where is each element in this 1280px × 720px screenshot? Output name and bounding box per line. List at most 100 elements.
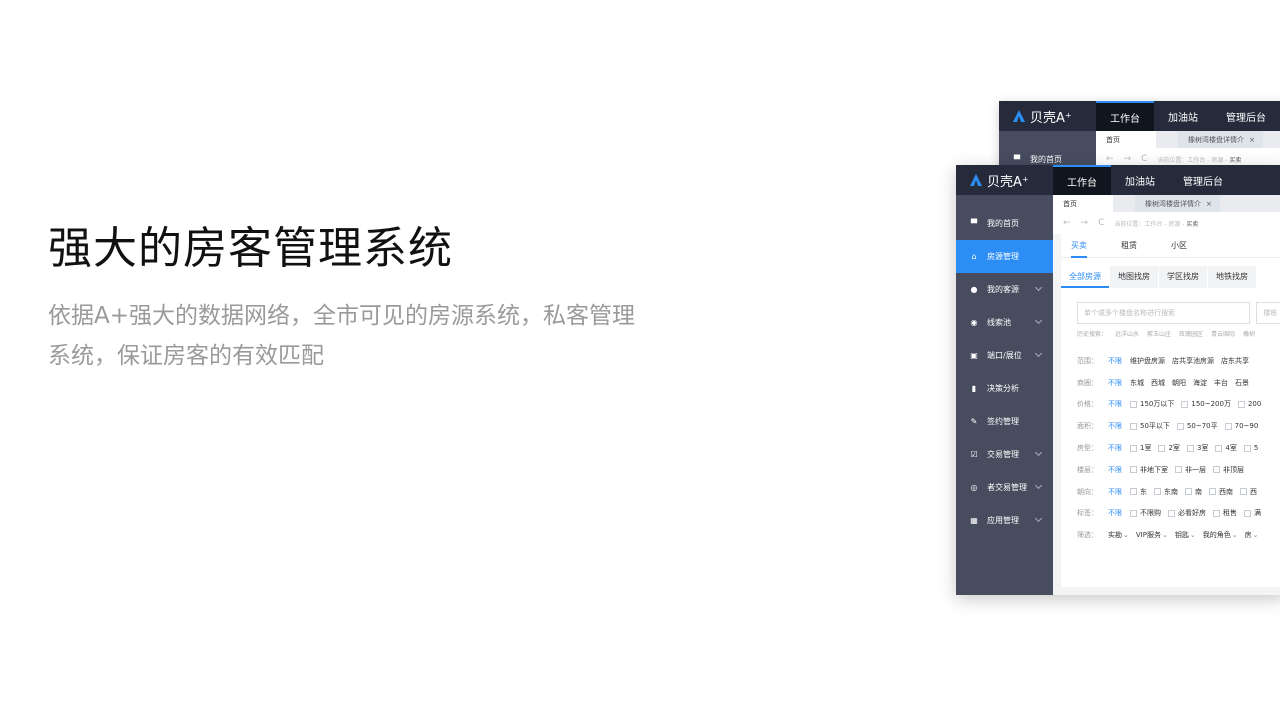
screen-dropdown[interactable]: 钥匙: [1175, 530, 1196, 540]
filter-option[interactable]: 丰台: [1214, 378, 1228, 388]
filter-option[interactable]: 3室: [1186, 443, 1208, 453]
filter-option[interactable]: 非一层: [1175, 465, 1206, 475]
back-arrow-icon[interactable]: ←: [1063, 218, 1071, 228]
back-arrow-icon[interactable]: ←: [1106, 154, 1114, 164]
forward-arrow-icon[interactable]: →: [1124, 154, 1132, 164]
forward-arrow-icon[interactable]: →: [1081, 218, 1089, 228]
filter-option[interactable]: 非顶层: [1213, 465, 1244, 475]
filter-option[interactable]: 5: [1243, 444, 1258, 452]
filter-option[interactable]: 石景: [1235, 378, 1249, 388]
sidebar-item-home[interactable]: ▀ 我的首页: [956, 207, 1053, 240]
mode-school-search[interactable]: 学区找房: [1159, 266, 1207, 288]
nav-workbench[interactable]: 工作台: [1096, 101, 1154, 131]
filter-option-all[interactable]: 不限: [1108, 356, 1122, 366]
filter-option[interactable]: 70~90: [1224, 422, 1258, 430]
checkbox[interactable]: [1154, 488, 1161, 496]
filter-option[interactable]: 必看好房: [1168, 508, 1206, 518]
filter-option[interactable]: 西南: [1209, 487, 1233, 497]
screen-dropdown[interactable]: VIP服务: [1136, 530, 1168, 540]
nav-gas-station[interactable]: 加油站: [1111, 165, 1169, 195]
nav-admin[interactable]: 管理后台: [1169, 165, 1237, 195]
checkbox[interactable]: [1243, 444, 1251, 452]
filter-option[interactable]: 东: [1130, 487, 1147, 497]
filter-option[interactable]: 朝阳: [1172, 378, 1186, 388]
sidebar-item-leads[interactable]: ◉ 线索池: [956, 306, 1053, 339]
filter-option-all[interactable]: 不限: [1108, 399, 1122, 409]
history-item[interactable]: 远洋山水: [1115, 329, 1139, 338]
tab-home[interactable]: 首页: [1053, 195, 1113, 212]
history-item[interactable]: 玫瑰园区: [1179, 329, 1203, 338]
nav-gas-station[interactable]: 加油站: [1154, 101, 1212, 131]
filter-option[interactable]: 海淀: [1193, 378, 1207, 388]
filter-option[interactable]: 东南: [1154, 487, 1178, 497]
filter-option[interactable]: 西城: [1151, 378, 1165, 388]
checkbox[interactable]: [1130, 400, 1137, 408]
tab-property-detail[interactable]: 橡树湾楼盘详情介 ×: [1135, 195, 1220, 212]
checkbox[interactable]: [1175, 466, 1182, 474]
close-icon[interactable]: ×: [1249, 136, 1255, 144]
checkbox[interactable]: [1158, 444, 1166, 452]
checkbox[interactable]: [1185, 488, 1192, 496]
nav-workbench[interactable]: 工作台: [1053, 165, 1111, 195]
checkbox[interactable]: [1213, 509, 1220, 517]
search-input[interactable]: 单个或多个楼盘名称进行搜索: [1077, 302, 1251, 324]
mode-map-search[interactable]: 地图找房: [1110, 266, 1158, 288]
sidebar-item-customers[interactable]: ● 我的客源: [956, 273, 1053, 306]
sidebar-item-old-transactions[interactable]: ◎ 者交易管理: [956, 471, 1053, 504]
checkbox[interactable]: [1168, 509, 1175, 517]
filter-option[interactable]: 满: [1244, 508, 1261, 518]
checkbox[interactable]: [1130, 488, 1137, 496]
filter-option[interactable]: 50平以下: [1130, 421, 1170, 431]
filter-option-all[interactable]: 不限: [1108, 421, 1122, 431]
filter-option-all[interactable]: 不限: [1108, 465, 1122, 475]
filter-option[interactable]: 200: [1237, 400, 1261, 408]
screen-dropdown[interactable]: 我的角色: [1203, 530, 1238, 540]
refresh-icon[interactable]: C: [1141, 154, 1147, 164]
filter-option[interactable]: 南: [1185, 487, 1202, 497]
filter-option[interactable]: 50~70平: [1176, 421, 1218, 431]
checkbox[interactable]: [1240, 488, 1247, 496]
close-icon[interactable]: ×: [1206, 200, 1212, 208]
tab-rent[interactable]: 租赁: [1121, 240, 1137, 251]
screen-dropdown[interactable]: 房: [1245, 530, 1259, 540]
tab-buy-sell[interactable]: 买卖: [1071, 240, 1087, 258]
history-item[interactable]: 紫玉山庄: [1147, 329, 1171, 338]
checkbox[interactable]: [1209, 488, 1216, 496]
mode-all-listings[interactable]: 全部房源: [1061, 266, 1109, 288]
history-item[interactable]: 橡树: [1243, 329, 1255, 338]
refresh-icon[interactable]: C: [1098, 218, 1104, 228]
filter-option[interactable]: 西: [1240, 487, 1257, 497]
sidebar-item-listings[interactable]: ⌂ 房源管理: [956, 240, 1053, 273]
checkbox[interactable]: [1130, 509, 1137, 517]
nav-admin[interactable]: 管理后台: [1212, 101, 1280, 131]
filter-option[interactable]: 店东共享: [1221, 356, 1249, 366]
filter-option[interactable]: 4室: [1215, 443, 1237, 453]
checkbox[interactable]: [1215, 444, 1223, 452]
filter-option-all[interactable]: 不限: [1108, 443, 1122, 453]
checkbox[interactable]: [1224, 422, 1232, 430]
filter-option-all[interactable]: 不限: [1108, 378, 1122, 388]
sidebar-item-ports[interactable]: ▣ 端口/展位: [956, 339, 1053, 372]
checkbox[interactable]: [1181, 400, 1189, 408]
checkbox[interactable]: [1186, 444, 1194, 452]
screen-dropdown[interactable]: 实勘: [1108, 530, 1129, 540]
filter-option[interactable]: 店共享池房源: [1172, 356, 1214, 366]
filter-option[interactable]: 150万以下: [1130, 399, 1174, 409]
filter-option[interactable]: 非地下室: [1130, 465, 1168, 475]
filter-option[interactable]: 东城: [1130, 378, 1144, 388]
filter-option-all[interactable]: 不限: [1108, 487, 1122, 497]
mode-metro-search[interactable]: 地铁找房: [1208, 266, 1256, 288]
building-input[interactable]: 楼栋: [1256, 302, 1280, 324]
checkbox[interactable]: [1244, 509, 1251, 517]
tab-home[interactable]: 首页: [1096, 131, 1156, 148]
filter-option[interactable]: 150~200万: [1181, 399, 1231, 409]
checkbox[interactable]: [1176, 422, 1184, 430]
checkbox[interactable]: [1237, 400, 1245, 408]
checkbox[interactable]: [1213, 466, 1220, 474]
filter-option[interactable]: 不限购: [1130, 508, 1161, 518]
checkbox[interactable]: [1130, 444, 1137, 452]
sidebar-item-apps[interactable]: ▦ 应用管理: [956, 504, 1053, 537]
filter-option[interactable]: 2室: [1158, 443, 1180, 453]
filter-option[interactable]: 维护盘房源: [1130, 356, 1165, 366]
checkbox[interactable]: [1130, 422, 1137, 430]
